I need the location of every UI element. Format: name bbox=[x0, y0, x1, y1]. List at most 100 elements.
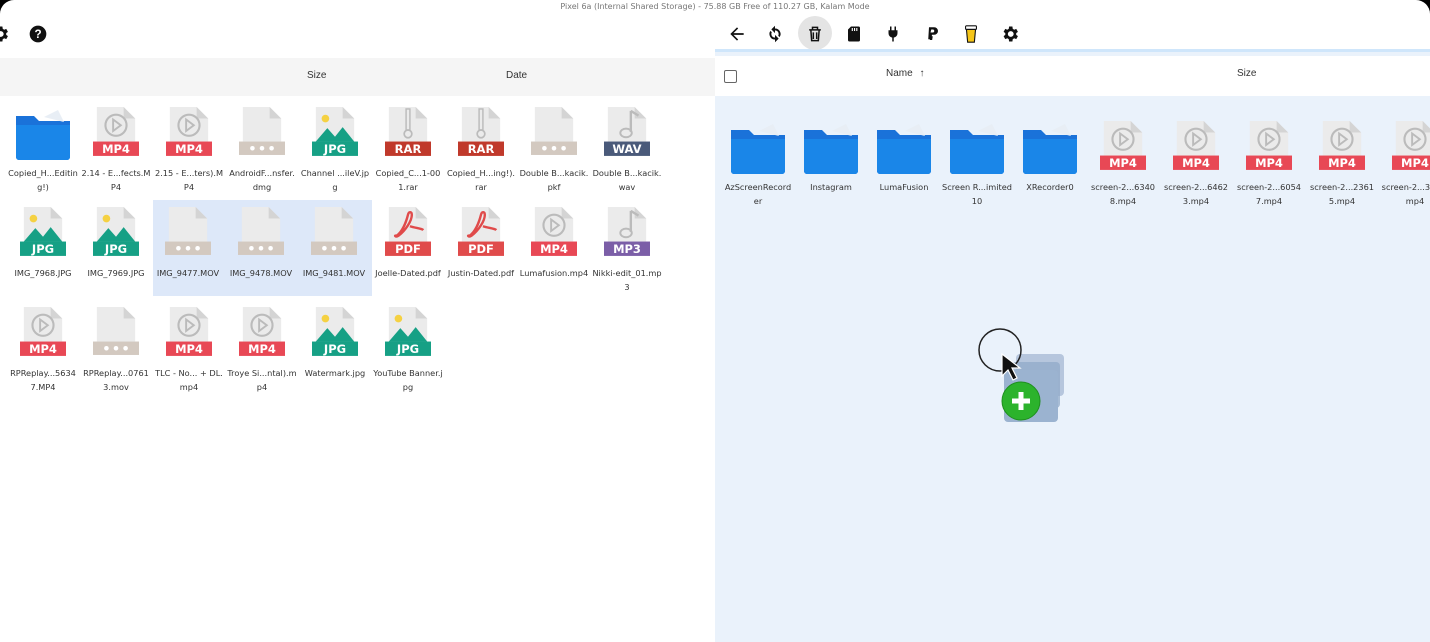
size-column-header[interactable]: Size bbox=[1237, 68, 1256, 79]
file-item[interactable]: MP4 screen-2...23615.mp4 bbox=[1307, 114, 1377, 210]
folder-icon bbox=[729, 122, 785, 176]
folder-item[interactable]: Copied_H...Editing!) bbox=[8, 100, 78, 196]
file-name-label: IMG_9481.MOV bbox=[302, 268, 366, 278]
help-icon[interactable]: ? bbox=[26, 22, 50, 46]
generic-file-icon bbox=[238, 204, 284, 258]
size-column-header[interactable]: Size bbox=[307, 70, 326, 81]
svg-text:JPG: JPG bbox=[396, 342, 419, 356]
pdf-file-icon: PDF bbox=[458, 204, 504, 258]
file-item[interactable]: MP3 Nikki-edit_01.mp3 bbox=[592, 200, 662, 296]
svg-text:MP4: MP4 bbox=[1109, 156, 1137, 170]
mp4-file-icon: MP4 bbox=[166, 304, 212, 358]
folder-item[interactable]: LumaFusion bbox=[869, 114, 939, 210]
svg-text:MP4: MP4 bbox=[102, 142, 130, 156]
jpg-file-icon: JPG bbox=[312, 304, 358, 358]
file-item[interactable]: RPReplay...07613.mov bbox=[81, 300, 151, 396]
file-name-label: Justin-Dated.pdf bbox=[447, 268, 515, 278]
file-name-label: Screen R...imited 10 bbox=[942, 182, 1012, 206]
name-column-label: Name bbox=[886, 68, 913, 79]
mp4-file-icon: MP4 bbox=[1100, 118, 1146, 172]
file-item[interactable]: JPG YouTube Banner.jpg bbox=[373, 300, 443, 396]
rar-file-icon: RAR bbox=[458, 104, 504, 158]
left-file-grid: Copied_H...Editing!) MP4 2.14 - E...fects.… bbox=[0, 100, 715, 500]
file-name-label: screen-2...64623.mp4 bbox=[1163, 182, 1229, 206]
file-name-label: Nikki-edit_01.mp3 bbox=[592, 268, 662, 292]
file-item[interactable]: AndroidF...nsfer.dmg bbox=[227, 100, 297, 196]
file-item[interactable]: MP4 2.15 - E...ters).MP4 bbox=[154, 100, 224, 196]
file-item[interactable]: Double B...kacik.pkf bbox=[519, 100, 589, 196]
date-column-header[interactable]: Date bbox=[506, 70, 527, 81]
beer-icon[interactable] bbox=[959, 22, 983, 46]
jpg-file-icon: JPG bbox=[93, 204, 139, 258]
svg-text:MP4: MP4 bbox=[1182, 156, 1210, 170]
file-name-label: Copied_C...1-001.rar bbox=[375, 168, 441, 192]
trash-icon[interactable] bbox=[803, 22, 827, 46]
left-toolbar: ? bbox=[0, 14, 715, 54]
svg-text:JPG: JPG bbox=[104, 242, 127, 256]
svg-text:JPG: JPG bbox=[31, 242, 54, 256]
file-item[interactable]: IMG_9477.MOV bbox=[153, 200, 226, 296]
file-item[interactable]: MP4 Lumafusion.mp4 bbox=[519, 200, 589, 296]
file-name-label: IMG_7969.JPG bbox=[87, 268, 145, 278]
file-name-label: AndroidF...nsfer.dmg bbox=[229, 168, 295, 192]
right-file-grid: AzScreenRecorder Instagram LumaFusion Sc… bbox=[715, 114, 1430, 244]
drag-copy-indicator bbox=[978, 328, 1078, 428]
jpg-file-icon: JPG bbox=[312, 104, 358, 158]
file-name-label: IMG_7968.JPG bbox=[14, 268, 72, 278]
svg-text:MP3: MP3 bbox=[613, 242, 641, 256]
file-item[interactable]: IMG_9478.MOV bbox=[226, 200, 299, 296]
folder-item[interactable]: AzScreenRecorder bbox=[723, 114, 793, 210]
file-item[interactable]: JPG IMG_7968.JPG bbox=[8, 200, 78, 296]
generic-file-icon bbox=[311, 204, 357, 258]
file-item[interactable]: MP4 RPReplay...56347.MP4 bbox=[8, 300, 78, 396]
name-column-header[interactable]: Name ↑ bbox=[886, 68, 924, 79]
file-item[interactable]: MP4 2.14 - E...fects.MP4 bbox=[81, 100, 151, 196]
file-item[interactable]: MP4 screen-2...3131.mp4 bbox=[1380, 114, 1430, 210]
file-item[interactable]: JPG Channel ...ileV.jpg bbox=[300, 100, 370, 196]
rar-file-icon: RAR bbox=[385, 104, 431, 158]
svg-text:MP4: MP4 bbox=[1255, 156, 1283, 170]
generic-file-icon bbox=[531, 104, 577, 158]
file-item[interactable]: PDF Justin-Dated.pdf bbox=[446, 200, 516, 296]
file-item[interactable]: JPG Watermark.jpg bbox=[300, 300, 370, 396]
refresh-icon[interactable] bbox=[763, 22, 787, 46]
file-name-label: 2.15 - E...ters).MP4 bbox=[154, 168, 224, 192]
folder-item[interactable]: XRecorder0 bbox=[1015, 114, 1085, 210]
select-all-checkbox[interactable] bbox=[724, 70, 737, 83]
settings-gear-icon[interactable] bbox=[998, 22, 1022, 46]
file-item[interactable]: MP4 screen-2...60547.mp4 bbox=[1234, 114, 1304, 210]
file-item[interactable]: JPG IMG_7969.JPG bbox=[81, 200, 151, 296]
svg-text:PDF: PDF bbox=[468, 242, 494, 256]
folder-icon bbox=[948, 122, 1004, 176]
folder-item[interactable]: Instagram bbox=[796, 114, 866, 210]
window-title: Pixel 6a (Internal Shared Storage) - 75.… bbox=[560, 2, 870, 11]
file-item[interactable]: MP4 Troye Si...ntal).mp4 bbox=[227, 300, 297, 396]
file-item[interactable]: MP4 screen-2...63408.mp4 bbox=[1088, 114, 1158, 210]
app-window: Pixel 6a (Internal Shared Storage) - 75.… bbox=[0, 0, 1430, 642]
file-item[interactable]: WAV Double B...kacik.wav bbox=[592, 100, 662, 196]
file-item[interactable]: PDF Joelle-Dated.pdf bbox=[373, 200, 443, 296]
file-item[interactable]: RAR Copied_H...ing!).rar bbox=[446, 100, 516, 196]
mp3-file-icon: MP3 bbox=[604, 204, 650, 258]
back-arrow-icon[interactable] bbox=[725, 22, 749, 46]
jpg-file-icon: JPG bbox=[385, 304, 431, 358]
file-name-label: screen-2...23615.mp4 bbox=[1309, 182, 1375, 206]
file-item[interactable]: MP4 screen-2...64623.mp4 bbox=[1161, 114, 1231, 210]
gear-icon[interactable] bbox=[0, 22, 12, 46]
file-name-label: IMG_9477.MOV bbox=[156, 268, 220, 278]
svg-text:MP4: MP4 bbox=[29, 342, 57, 356]
file-name-label: YouTube Banner.jpg bbox=[373, 368, 443, 392]
file-name-label: Channel ...ileV.jpg bbox=[300, 168, 370, 192]
folder-icon bbox=[1021, 122, 1077, 176]
paypal-icon[interactable] bbox=[920, 22, 944, 46]
folder-item[interactable]: Screen R...imited 10 bbox=[942, 114, 1012, 210]
plug-icon[interactable] bbox=[881, 22, 905, 46]
file-item[interactable]: IMG_9481.MOV bbox=[299, 200, 372, 296]
generic-file-icon bbox=[239, 104, 285, 158]
sd-card-icon[interactable] bbox=[842, 22, 866, 46]
file-item[interactable]: RAR Copied_C...1-001.rar bbox=[373, 100, 443, 196]
file-item[interactable]: MP4 TLC - No... + DL.mp4 bbox=[154, 300, 224, 396]
file-name-label: Lumafusion.mp4 bbox=[519, 268, 589, 278]
file-name-label: Watermark.jpg bbox=[304, 368, 366, 378]
file-name-label: Copied_H...ing!).rar bbox=[446, 168, 516, 192]
